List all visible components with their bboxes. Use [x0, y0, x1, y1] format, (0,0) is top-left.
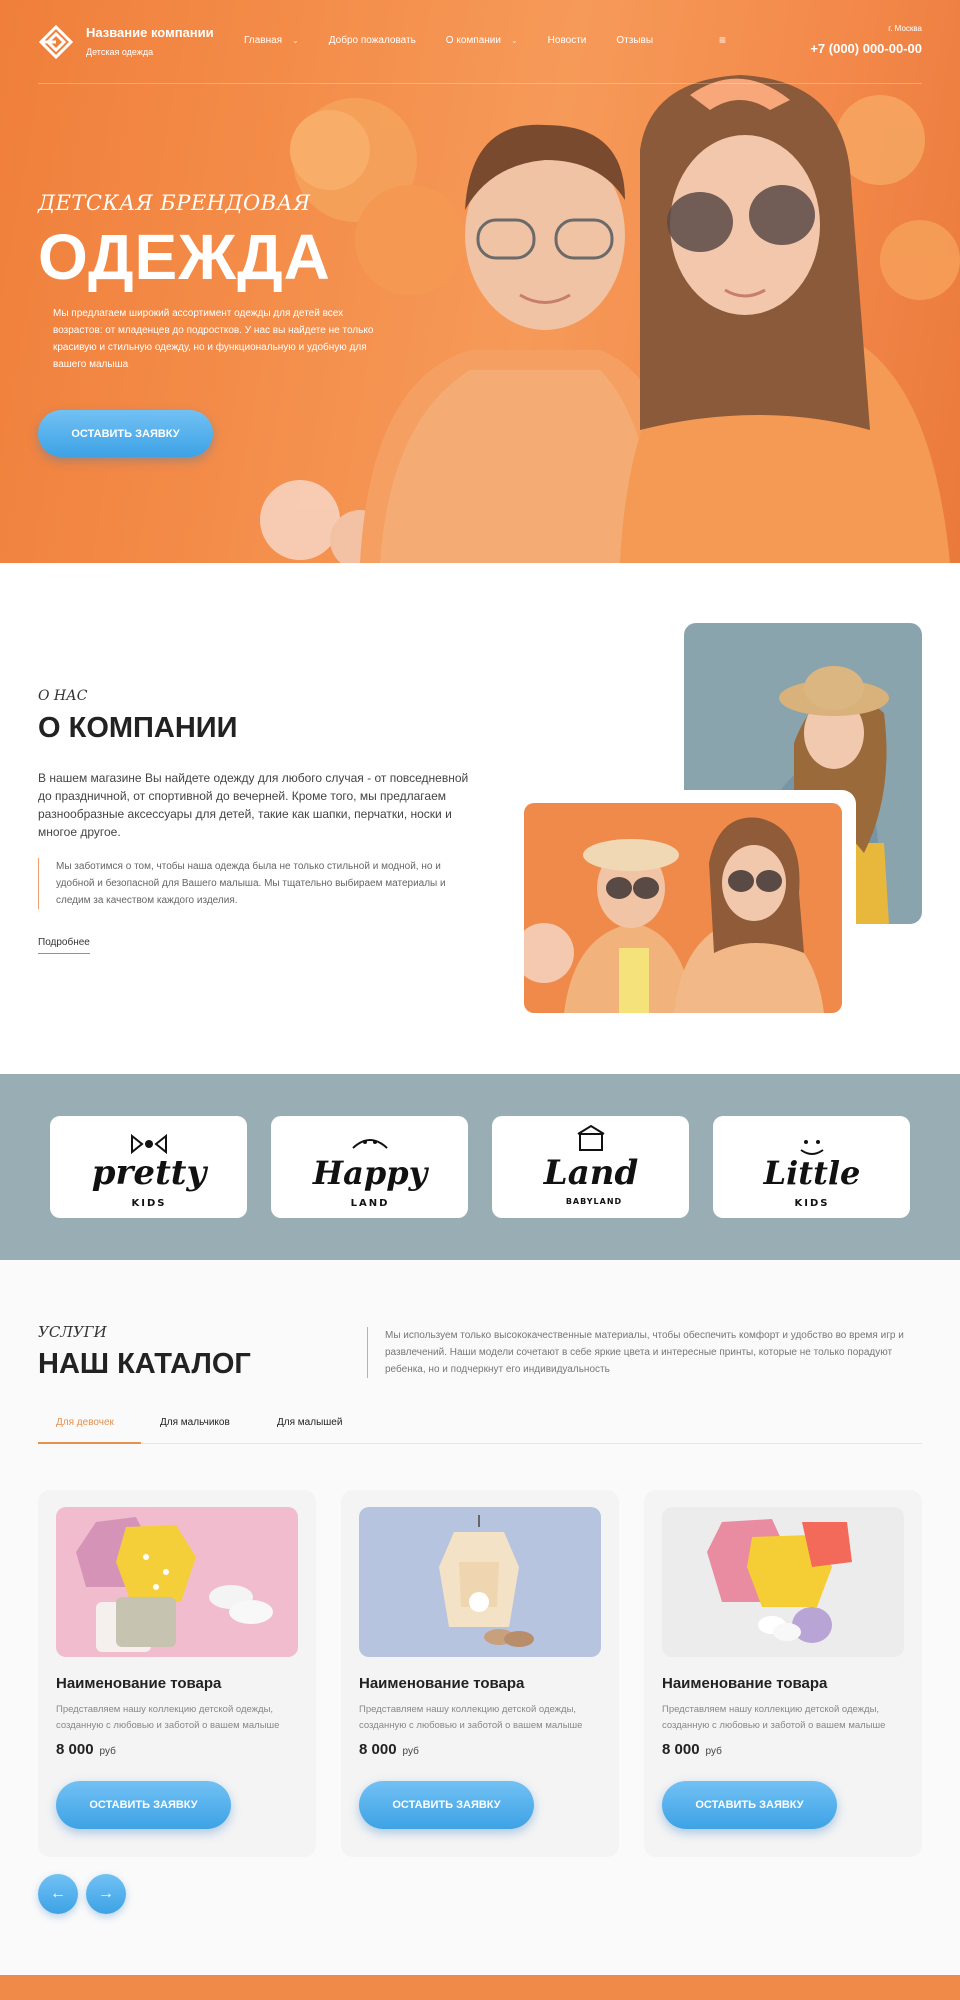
nav-label: Новости — [547, 35, 587, 46]
product-image[interactable] — [662, 1507, 904, 1657]
main-nav: Главная ⌄ Добро пожаловать О компании ⌄ Но… — [244, 35, 683, 46]
brand-card[interactable]: pretty KIDS — [50, 1116, 247, 1218]
price-value: 8 000 — [662, 1741, 700, 1758]
more-link[interactable]: Подробнее — [38, 937, 90, 954]
product-title[interactable]: Наименование товара — [56, 1675, 221, 1692]
nav-item-news[interactable]: Новости — [548, 35, 587, 46]
nav-label: Добро пожаловать — [328, 35, 416, 46]
brand-subtitle: Детская одежда — [86, 47, 154, 57]
phone-link[interactable]: +7 (000) 000-00-00 — [810, 41, 922, 56]
hero-title: ОДЕЖДА — [38, 221, 331, 293]
brand-sub: KIDS — [131, 1198, 166, 1209]
currency-label: руб — [99, 1746, 116, 1757]
brand-card[interactable]: Little KIDS — [713, 1116, 910, 1218]
footer-strip — [0, 1975, 960, 2000]
nav-label: Отзывы — [616, 35, 654, 46]
about-quote: Мы заботимся о том, чтобы наша одежда бы… — [38, 858, 478, 909]
brand-logo-land: Land BABYLAND — [542, 1124, 638, 1206]
brand-logo-happy: Happy LAND — [311, 1139, 429, 1209]
city-label: г. Москва — [888, 24, 922, 33]
brand-card[interactable]: Happy LAND — [271, 1116, 468, 1218]
hero-kicker: ДЕТСКАЯ БРЕНДОВАЯ — [38, 191, 311, 215]
nav-item-home[interactable]: Главная ⌄ — [244, 35, 299, 46]
catalog-section: УСЛУГИ НАШ КАТАЛОГ Мы используем только … — [0, 1260, 960, 1975]
catalog-kicker: УСЛУГИ — [38, 1323, 107, 1341]
brand-sub: LAND — [350, 1198, 389, 1209]
product-description: Представляем нашу коллекцию детской одеж… — [56, 1704, 280, 1731]
product-title[interactable]: Наименование товара — [662, 1675, 827, 1692]
brands-section: pretty KIDS Happy LAND Land BABYLAND Lit… — [0, 1074, 960, 1260]
product-description: Представляем нашу коллекцию детской одеж… — [662, 1704, 886, 1731]
chevron-down-icon: ⌄ — [292, 36, 299, 45]
catalog-title: НАШ КАТАЛОГ — [38, 1348, 251, 1380]
nav-item-about[interactable]: О компании ⌄ — [446, 35, 518, 46]
about-paragraph: В нашем магазине Вы найдете одежду для л… — [38, 771, 469, 839]
product-price: 8 000 руб — [359, 1741, 419, 1758]
brand-name: pretty — [91, 1153, 208, 1193]
about-section: О НАС О КОМПАНИИ В нашем магазине Вы най… — [0, 563, 960, 1074]
company-logo-icon[interactable] — [38, 24, 74, 60]
brand-name: Happy — [311, 1154, 429, 1192]
hero-description: Мы предлагаем широкий ассортимент одежды… — [53, 308, 374, 370]
price-value: 8 000 — [56, 1741, 94, 1758]
next-arrow-icon[interactable]: → — [86, 1874, 126, 1914]
currency-label: руб — [402, 1746, 419, 1757]
product-description: Представляем нашу коллекцию детской одеж… — [359, 1704, 583, 1731]
about-title: О КОМПАНИИ — [38, 712, 238, 744]
catalog-tabs: Для девочек Для мальчиков Для малышей — [38, 1413, 922, 1444]
menu-icon[interactable]: ≡ — [719, 33, 726, 47]
brand-name: Little — [762, 1154, 860, 1192]
brand-card[interactable]: Land BABYLAND — [492, 1116, 689, 1218]
currency-label: руб — [705, 1746, 722, 1757]
active-tab-indicator — [38, 1442, 141, 1444]
tab-boys[interactable]: Для мальчиков — [160, 1417, 230, 1428]
nav-item-reviews[interactable]: Отзывы — [616, 35, 653, 46]
nav-label: Главная — [244, 35, 283, 46]
brand-name: Land — [542, 1153, 638, 1193]
product-price: 8 000 руб — [56, 1741, 116, 1758]
product-request-button[interactable]: ОСТАВИТЬ ЗАЯВКУ — [662, 1781, 837, 1829]
product-image[interactable] — [56, 1507, 298, 1657]
product-card: Наименование товара Представляем нашу ко… — [644, 1490, 922, 1857]
nav-label: О компании — [445, 35, 501, 46]
tab-babies[interactable]: Для малышей — [277, 1417, 342, 1428]
nav-item-welcome[interactable]: Добро пожаловать — [329, 35, 416, 46]
product-request-button[interactable]: ОСТАВИТЬ ЗАЯВКУ — [56, 1781, 231, 1829]
brand-sub: KIDS — [794, 1198, 829, 1209]
product-price: 8 000 руб — [662, 1741, 722, 1758]
prev-arrow-icon[interactable]: ← — [38, 1874, 78, 1914]
brand-name[interactable]: Название компании — [86, 25, 214, 40]
brand-logo-pretty: pretty KIDS — [91, 1133, 208, 1209]
about-kicker: О НАС — [38, 688, 88, 704]
chevron-down-icon: ⌄ — [510, 36, 518, 45]
product-image[interactable] — [359, 1507, 601, 1657]
product-card: Наименование товара Представляем нашу ко… — [38, 1490, 316, 1857]
hero-request-button[interactable]: ОСТАВИТЬ ЗАЯВКУ — [38, 410, 213, 457]
catalog-description: Мы используем только высококачественные … — [367, 1327, 922, 1378]
hero-section: Название компании Детская одежда Главная… — [0, 0, 960, 563]
product-request-button[interactable]: ОСТАВИТЬ ЗАЯВКУ — [359, 1781, 534, 1829]
brand-logo-little: Little KIDS — [762, 1140, 860, 1209]
product-title[interactable]: Наименование товара — [359, 1675, 524, 1692]
about-photo-kids — [524, 803, 842, 1013]
product-card: Наименование товара Представляем нашу ко… — [341, 1490, 619, 1857]
price-value: 8 000 — [359, 1741, 397, 1758]
brand-sub: BABYLAND — [565, 1197, 621, 1206]
tab-girls[interactable]: Для девочек — [56, 1417, 114, 1428]
site-header: Название компании Детская одежда Главная… — [38, 0, 922, 84]
